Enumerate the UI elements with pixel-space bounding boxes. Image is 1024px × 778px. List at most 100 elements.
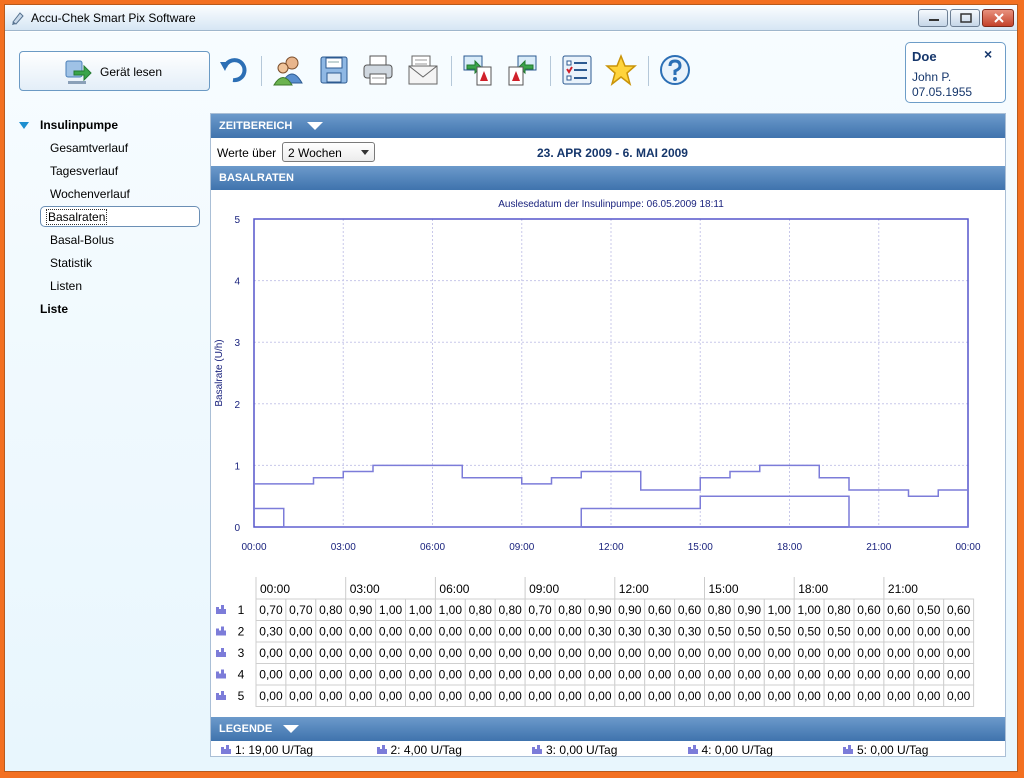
undo-button[interactable] <box>217 53 251 87</box>
export-pdf-button[interactable] <box>461 53 495 87</box>
cell-value: 0,00 <box>947 668 971 682</box>
cell-value: 1,00 <box>379 603 403 617</box>
chart-title: Auslesedatum der Insulinpumpe: 06.05.200… <box>498 199 724 210</box>
cell-value: 0,00 <box>349 646 373 660</box>
cell-value: 0,00 <box>857 625 881 639</box>
pump-shape <box>843 745 853 754</box>
read-device-button[interactable]: Gerät lesen <box>19 51 210 91</box>
toolbar-separator <box>648 56 649 86</box>
cell-value: 0,00 <box>768 689 792 703</box>
cell-value: 0,00 <box>618 689 642 703</box>
cell-value: 0,60 <box>887 603 911 617</box>
print-icon <box>363 55 393 85</box>
help-button[interactable] <box>658 53 692 87</box>
table-row: 4 0,00 0,00 0,00 0,00 0,00 0,00 0,00 0,00 0,00 0,0… <box>216 663 975 686</box>
cell-value: 1,00 <box>409 603 433 617</box>
cell-value: 0,90 <box>618 603 642 617</box>
cell-value: 0,00 <box>827 646 851 660</box>
patients-button[interactable] <box>271 53 305 87</box>
table-row: 2 0,30 0,00 0,00 0,00 0,00 0,00 0,00 0,00 0,00 0,0… <box>216 620 975 643</box>
cell-value: 0,00 <box>708 646 732 660</box>
cell-value: 0,00 <box>409 625 433 639</box>
patient-card[interactable]: Doe × John P. 07.05.1955 <box>905 42 1006 103</box>
collapse-arrow-icon[interactable] <box>307 122 323 130</box>
patient-close-button[interactable]: × <box>984 46 992 62</box>
save-button[interactable] <box>317 53 351 87</box>
cell-value: 0,80 <box>827 603 851 617</box>
cell-value: 0,00 <box>349 625 373 639</box>
nav-item-basal-bolus[interactable]: Basal-Bolus <box>50 233 114 247</box>
pump-icon <box>221 745 231 754</box>
settings-list-button[interactable] <box>560 53 594 87</box>
nav-section-insulinpumpe[interactable]: Insulinpumpe <box>40 118 118 132</box>
basal-rate-table: 00:00 03:00 06:00 09:00 12:00 15:00 18:00 21:00… <box>216 577 975 707</box>
patients-icon <box>273 56 303 86</box>
row-id: 2 <box>238 625 245 639</box>
cell-value: 0,00 <box>379 689 403 703</box>
pump-shape <box>376 745 387 754</box>
cell-value: 0,00 <box>558 625 582 639</box>
zeitbereich-header[interactable]: ZEITBEREICH <box>211 114 1005 138</box>
maximize-button[interactable] <box>950 9 980 27</box>
legend: 1: 19,00 U/Tag 2: 4,00 U/Tag 3: 0,00 U/Tag… <box>211 742 1005 758</box>
print-button[interactable] <box>361 53 395 87</box>
nav-item-tagesverlauf[interactable]: Tagesverlauf <box>50 164 118 178</box>
cell-value: 0,00 <box>528 668 552 682</box>
import-pdf-button[interactable] <box>505 53 539 87</box>
cell-value: 0,00 <box>409 646 433 660</box>
help-icon <box>660 55 690 85</box>
cell-value: 0,00 <box>289 646 313 660</box>
cell-value: 0,60 <box>947 603 971 617</box>
y-tick-label: 0 <box>234 523 240 534</box>
favorites-button[interactable] <box>604 53 638 87</box>
cell-value: 0,00 <box>259 689 283 703</box>
time-header: 06:00 <box>439 582 469 596</box>
nav-section-liste[interactable]: Liste <box>40 302 68 316</box>
collapse-arrow-icon[interactable] <box>283 725 299 733</box>
nav-item-gesamtverlauf[interactable]: Gesamtverlauf <box>50 141 128 155</box>
cell-value: 0,00 <box>618 646 642 660</box>
cell-value: 0,00 <box>797 646 821 660</box>
email-button[interactable] <box>406 53 440 87</box>
time-header: 15:00 <box>709 582 739 596</box>
cell-value: 0,60 <box>857 603 881 617</box>
expand-arrow-icon[interactable] <box>19 122 29 129</box>
toolbar-separator <box>550 56 551 86</box>
pump-icon <box>216 669 226 679</box>
legend-text: 5: 0,00 U/Tag <box>857 743 929 757</box>
nav-item-listen[interactable]: Listen <box>50 279 82 293</box>
pump-icon <box>687 745 698 754</box>
save-icon <box>320 56 348 84</box>
cell-value: 0,00 <box>708 668 732 682</box>
table-row: 3 0,00 0,00 0,00 0,00 0,00 0,00 0,00 0,00 0,00 0,0… <box>216 641 975 664</box>
y-tick-label: 2 <box>234 400 240 411</box>
cell-value: 0,00 <box>469 646 493 660</box>
cell-value: 0,00 <box>857 646 881 660</box>
nav-item-wochenverlauf[interactable]: Wochenverlauf <box>50 187 130 201</box>
period-select[interactable]: 2 Wochen <box>282 142 375 162</box>
cell-value: 0,00 <box>409 668 433 682</box>
cell-value: 0,00 <box>827 668 851 682</box>
cell-value: 0,00 <box>857 668 881 682</box>
time-header: 03:00 <box>350 582 380 596</box>
row-id: 1 <box>238 603 245 617</box>
legend-text: 3: 0,00 U/Tag <box>546 743 618 757</box>
cell-value: 0,50 <box>738 625 762 639</box>
cell-value: 0,00 <box>259 646 283 660</box>
pump-icon <box>216 691 226 700</box>
pump-icon <box>532 745 542 754</box>
minimize-button[interactable] <box>918 9 948 27</box>
nav-item-basalraten[interactable]: Basalraten <box>40 206 200 227</box>
favorites-star-icon <box>605 53 637 86</box>
pump-icon <box>216 626 226 636</box>
close-window-button[interactable] <box>982 9 1014 27</box>
cell-value: 0,00 <box>648 668 672 682</box>
cell-value: 0,80 <box>319 603 343 617</box>
y-tick-label: 1 <box>234 461 240 472</box>
nav-item-statistik[interactable]: Statistik <box>50 256 92 270</box>
x-tick-label: 15:00 <box>688 542 713 553</box>
legende-header[interactable]: LEGENDE <box>211 717 1005 741</box>
cell-value: 0,00 <box>439 689 463 703</box>
cell-value: 0,30 <box>678 625 702 639</box>
pump-icon <box>376 745 387 754</box>
